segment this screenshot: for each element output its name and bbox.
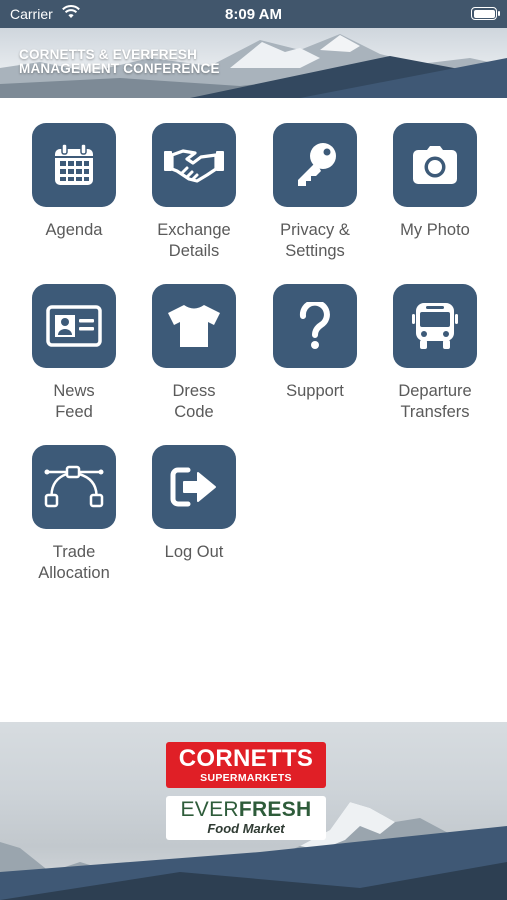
menu-item-departure-transfers[interactable]: Departure Transfers	[374, 284, 494, 434]
cornetts-logo-main: CORNETTS	[178, 745, 314, 772]
menu-item-label: Trade Allocation	[38, 543, 110, 582]
footer-banner: CORNETTS SUPERMARKETS EVERFRESH Food Mar…	[0, 722, 507, 900]
menu-item-label: News Feed	[53, 382, 95, 421]
question-icon[interactable]	[273, 284, 357, 368]
menu-item-agenda[interactable]: Agenda	[13, 123, 133, 273]
menu-item-support[interactable]: Support	[254, 284, 374, 434]
id-card-icon[interactable]	[32, 284, 116, 368]
bus-icon[interactable]	[393, 284, 477, 368]
cornetts-logo-sub: SUPERMARKETS	[200, 772, 292, 784]
menu-item-label: Support	[286, 382, 344, 400]
logout-icon[interactable]	[152, 445, 236, 529]
conference-title-line2: MANAGEMENT CONFERENCE	[19, 61, 220, 76]
everfresh-logo-sub: Food Market	[207, 821, 285, 836]
everfresh-logo-main: EVERFRESH	[180, 798, 312, 821]
tshirt-icon[interactable]	[152, 284, 236, 368]
menu-item-label: Dress Code	[172, 382, 216, 421]
conference-title: CORNETTS & EVERFRESH MANAGEMENT CONFEREN…	[19, 48, 220, 76]
menu-item-dress-code[interactable]: Dress Code	[133, 284, 253, 434]
menu-item-trade-allocation[interactable]: Trade Allocation	[13, 445, 133, 595]
menu-item-my-photo[interactable]: My Photo	[374, 123, 494, 273]
status-bar: Carrier 8:09 AM	[0, 0, 507, 28]
calendar-icon[interactable]	[32, 123, 116, 207]
menu-item-label: Exchange Details	[157, 221, 231, 260]
battery-icon	[471, 7, 500, 20]
everfresh-logo: EVERFRESH Food Market	[166, 796, 326, 840]
menu-item-label: Privacy & Settings	[280, 221, 350, 260]
menu-item-label: My Photo	[400, 221, 470, 239]
menu-item-exchange-details[interactable]: Exchange Details	[133, 123, 253, 273]
menu-item-news-feed[interactable]: News Feed	[13, 284, 133, 434]
header-banner: CORNETTS & EVERFRESH MANAGEMENT CONFEREN…	[0, 28, 507, 98]
handshake-icon[interactable]	[152, 123, 236, 207]
menu-item-label: Departure Transfers	[398, 382, 472, 421]
camera-icon[interactable]	[393, 123, 477, 207]
cornetts-logo: CORNETTS SUPERMARKETS	[166, 742, 326, 788]
menu-item-label: Log Out	[164, 543, 224, 561]
key-icon[interactable]	[273, 123, 357, 207]
clock-time: 8:09 AM	[225, 6, 282, 23]
menu-item-label: Agenda	[45, 221, 103, 239]
vector-path-icon[interactable]	[32, 445, 116, 529]
conference-title-line1: CORNETTS & EVERFRESH	[19, 47, 198, 62]
menu-item-log-out[interactable]: Log Out	[133, 445, 253, 595]
menu-item-privacy-settings[interactable]: Privacy & Settings	[254, 123, 374, 273]
